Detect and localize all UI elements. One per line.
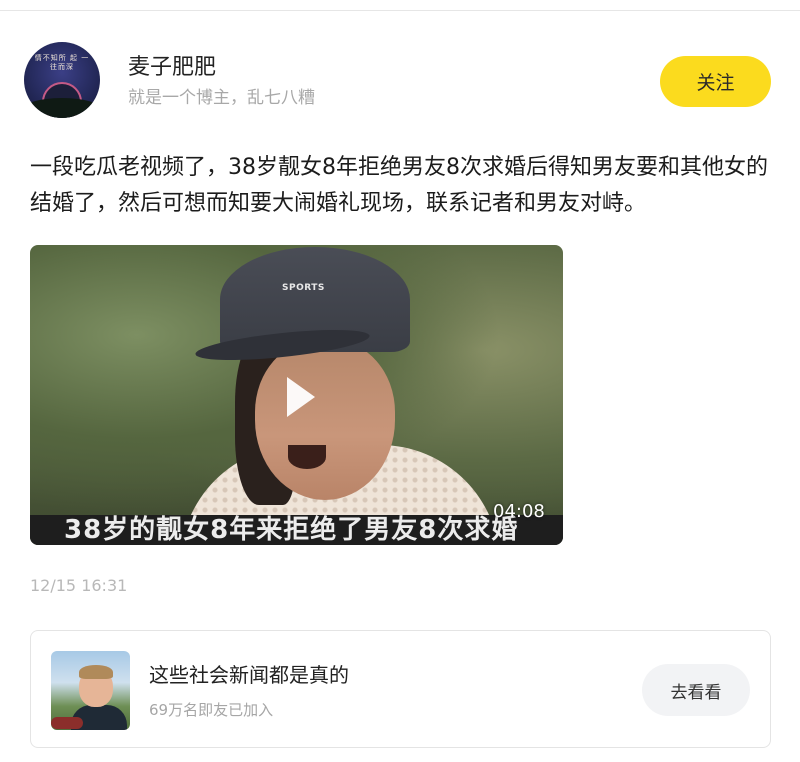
top-divider: [0, 10, 800, 11]
post-text: 一段吃瓜老视频了，38岁靓女8年拒绝男友8次求婚后得知男友要和其他女的结婚了，然…: [30, 155, 768, 216]
author-bio: 就是一个博主，乱七八糟: [128, 88, 315, 108]
view-group-button[interactable]: 去看看: [642, 664, 750, 716]
play-icon[interactable]: [275, 373, 323, 421]
avatar-caption: 情不知所 起 一往而深: [34, 54, 90, 71]
group-member-count: 69万名即友已加入: [149, 701, 274, 719]
video-player[interactable]: SPORTS 38岁的靓女8年来拒绝了男友8次求婚 04:08: [30, 245, 563, 545]
follow-button[interactable]: 关注: [660, 56, 771, 107]
thumb-hair-shape: [79, 665, 113, 679]
author-name[interactable]: 麦子肥肥: [128, 54, 216, 82]
thumb-arm-shape: [51, 717, 83, 729]
group-thumbnail: [51, 651, 130, 730]
post-timestamp: 12/15 16:31: [30, 576, 128, 595]
group-title: 这些社会新闻都是真的: [149, 663, 349, 687]
avatar-hill-shape: [24, 98, 100, 118]
cap-logo-text: SPORTS: [282, 283, 325, 293]
avatar[interactable]: 情不知所 起 一往而深: [24, 42, 100, 118]
video-subtitle: 38岁的靓女8年来拒绝了男友8次求婚: [64, 515, 519, 545]
video-frame-mouth: [288, 445, 326, 469]
video-duration: 04:08: [493, 501, 545, 522]
group-card[interactable]: 这些社会新闻都是真的 69万名即友已加入 去看看: [30, 630, 771, 748]
